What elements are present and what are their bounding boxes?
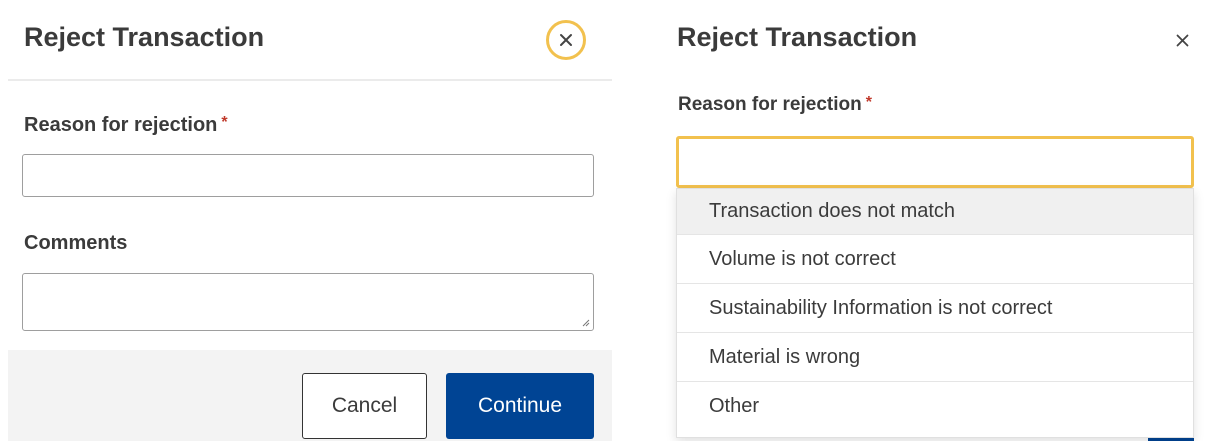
reason-label-text: Reason for rejection (678, 94, 862, 115)
dialog-title: Reject Transaction (24, 22, 265, 52)
dropdown-option[interactable]: Material is wrong (677, 333, 1193, 382)
comments-label: Comments (24, 232, 128, 254)
reason-input[interactable] (22, 154, 594, 197)
reason-label: Reason for rejection * (24, 114, 228, 137)
close-icon (560, 34, 572, 46)
close-button[interactable] (1170, 28, 1194, 52)
continue-button[interactable]: Continue (446, 373, 594, 439)
reason-input-focused[interactable] (676, 136, 1194, 188)
cancel-button[interactable]: Cancel (302, 373, 427, 439)
dropdown-option[interactable]: Other (677, 382, 1193, 431)
required-marker: * (221, 114, 228, 131)
header-divider (8, 79, 612, 81)
required-marker: * (865, 94, 872, 111)
close-icon (1176, 34, 1188, 46)
screenshot-stage: Reject Transaction Reason for rejection *… (0, 0, 1206, 441)
dialog-title: Reject Transaction (677, 22, 918, 52)
close-button[interactable] (546, 20, 586, 60)
dropdown-option[interactable]: Transaction does not match (677, 189, 1193, 235)
comments-textarea[interactable] (22, 273, 594, 331)
reason-label-text: Reason for rejection (24, 114, 218, 136)
reason-label: Reason for rejection * (678, 94, 872, 116)
dropdown-option[interactable]: Sustainability Information is not correc… (677, 284, 1193, 333)
reason-dropdown-list: Transaction does not match Volume is not… (676, 188, 1194, 438)
resize-grip-icon[interactable] (580, 317, 590, 327)
dropdown-option[interactable]: Volume is not correct (677, 235, 1193, 284)
